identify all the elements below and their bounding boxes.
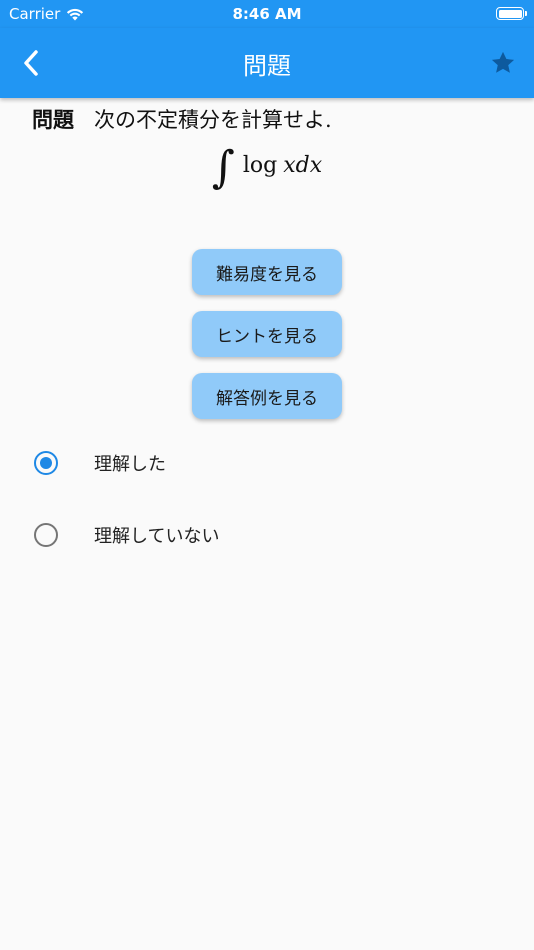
- integral-formula: ∫ log xdx: [0, 142, 534, 193]
- problem-statement: 問題 次の不定積分を計算せよ.: [32, 104, 332, 134]
- radio-button-checked[interactable]: [34, 451, 58, 475]
- app-bar: 問題: [0, 28, 534, 98]
- radio-label-understood: 理解した: [94, 454, 166, 475]
- favorite-button[interactable]: [486, 46, 520, 80]
- problem-text: 次の不定積分を計算せよ.: [94, 108, 332, 132]
- status-time: 8:46 AM: [232, 5, 302, 23]
- formula-variables: xdx: [283, 153, 323, 178]
- battery-icon: [496, 7, 527, 20]
- show-hint-button[interactable]: ヒントを見る: [192, 311, 342, 357]
- radio-button-unchecked[interactable]: [34, 523, 58, 547]
- integral-sign: ∫: [211, 142, 235, 193]
- radio-not-understood[interactable]: 理解していない: [34, 515, 504, 555]
- show-difficulty-button[interactable]: 難易度を見る: [192, 249, 342, 295]
- star-icon: [491, 51, 515, 73]
- formula-function: log: [242, 153, 278, 178]
- problem-label: 問題: [32, 108, 74, 132]
- status-bar: Carrier 8:46 AM: [0, 0, 534, 28]
- radio-label-not-understood: 理解していない: [94, 526, 220, 547]
- show-answer-button[interactable]: 解答例を見る: [192, 373, 342, 419]
- page-title: 問題: [243, 52, 291, 80]
- radio-understood[interactable]: 理解した: [34, 443, 504, 483]
